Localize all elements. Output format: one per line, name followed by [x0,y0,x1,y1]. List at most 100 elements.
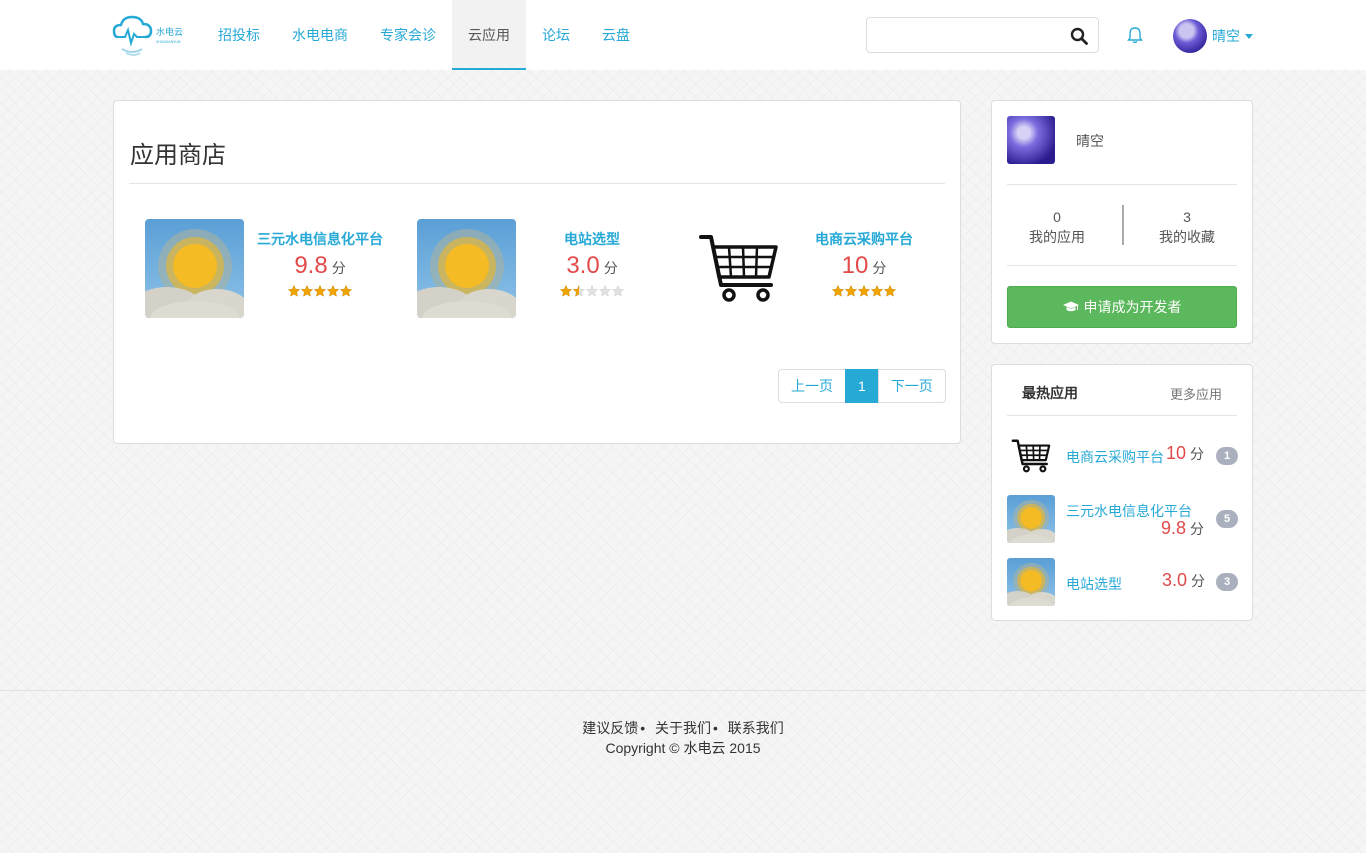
copyright: Copyright © 水电云 2015 [605,740,761,756]
graduation-cap-icon [1062,301,1079,312]
hot-app-name[interactable]: 电站选型 [1066,574,1122,594]
footer-links: 建议反馈 • 关于我们 • 联系我们 [0,718,1366,738]
app-score: 9.8 [294,252,328,279]
search-box [866,17,1099,53]
app-info: 电商云采购平台 10 分 [799,229,929,297]
divider [1007,265,1237,266]
app-score-unit: 分 [603,260,618,276]
app-score-unit: 分 [331,260,346,276]
nav-item-cloud-apps[interactable]: 云应用 [452,0,526,70]
profile-name: 晴空 [1076,133,1104,149]
star-full-icon [560,285,572,297]
app-score: 10 [841,252,869,279]
more-apps-link[interactable]: 更多应用 [1170,384,1222,403]
weather-sun-cloud-icon [417,219,516,318]
stat-my-apps[interactable]: 0 我的应用 [1007,207,1107,247]
app-icon-link[interactable] [145,219,244,318]
current-page-button[interactable]: 1 [845,369,879,403]
hot-app-score: 9.8 [1161,518,1187,538]
apply-developer-label: 申请成为开发者 [1083,299,1182,315]
divider [1122,205,1124,245]
bell-icon[interactable] [1127,26,1143,44]
caret-down-icon [1245,33,1253,39]
stat-value: 3 [1183,209,1191,225]
app-name-link[interactable]: 三元水电信息化平台 [255,229,385,249]
weather-sun-cloud-icon [1007,495,1055,543]
app-info: 三元水电信息化平台 9.8 分 [255,229,385,297]
user-menu[interactable]: 晴空 [1173,19,1253,53]
hot-app-score: 3.0 [1162,570,1188,590]
brand-name: 水电云 [156,26,183,38]
count-badge: 3 [1216,573,1238,591]
app-name-link[interactable]: 电商云采购平台 [799,229,929,249]
nav-item-bidding[interactable]: 招投标 [202,0,276,70]
app-icon-link[interactable] [689,219,788,318]
shopping-cart-icon [1007,432,1055,480]
top-navbar: 水电云 SHUIDIANYUN 招投标 水电电商 专家会诊 云应用 论坛 云盘 … [0,0,1366,70]
hot-apps-title: 最热应用 [1022,385,1078,401]
star-full-icon [845,285,857,297]
hot-app-name[interactable]: 电商云采购平台 [1066,447,1164,467]
nav-item-cloud-disk[interactable]: 云盘 [586,0,646,70]
hot-app-item[interactable]: 电商云采购平台 10 分 1 [1007,432,1239,480]
app-icon-link[interactable] [417,219,516,318]
star-full-icon [327,285,339,297]
stat-my-favorites[interactable]: 3 我的收藏 [1137,207,1237,247]
count-badge: 5 [1216,510,1238,528]
app-card: 电商云采购平台 10 分 [689,219,949,329]
search-input[interactable] [867,18,1057,52]
star-empty-icon [599,285,611,297]
nav-item-expert[interactable]: 专家会诊 [364,0,452,70]
star-full-icon [858,285,870,297]
star-full-icon [288,285,300,297]
prev-page-button[interactable]: 上一页 [778,369,846,403]
stat-label: 我的收藏 [1159,229,1215,245]
user-name: 晴空 [1212,28,1240,44]
shopping-cart-icon [689,219,788,318]
hot-app-score-unit: 分 [1190,446,1205,462]
divider [1007,184,1237,185]
nav-item-ecommerce[interactable]: 水电电商 [276,0,364,70]
hot-app-icon [1007,432,1055,480]
separator: • [640,720,646,736]
search-icon[interactable] [1070,27,1088,45]
app-card: 电站选型 3.0 分 [417,219,677,329]
app-card: 三元水电信息化平台 9.8 分 [145,219,405,329]
footer: 建议反馈 • 关于我们 • 联系我们 Copyright © 水电云 2015 [0,690,1366,853]
app-store-panel: 应用商店 三元水电信息化平台 9.8 分 电站选型 3.0 分 电商云采购平台 … [113,100,961,444]
hot-app-item[interactable]: 电站选型 3.0 分 3 [1007,558,1239,606]
brand-subtitle: SHUIDIANYUN [156,40,181,44]
nav-item-forum[interactable]: 论坛 [526,0,586,70]
star-empty-icon [612,285,624,297]
hot-app-item[interactable]: 三元水电信息化平台 9.8 分 5 [1007,495,1239,543]
divider [1007,415,1237,416]
star-rating [527,285,657,297]
app-name-link[interactable]: 电站选型 [527,229,657,249]
brand-logo[interactable]: 水电云 SHUIDIANYUN [112,13,190,59]
hot-app-score-unit: 分 [1190,521,1205,537]
profile-avatar[interactable] [1007,116,1055,164]
next-page-button[interactable]: 下一页 [877,369,946,403]
apply-developer-button[interactable]: 申请成为开发者 [1007,286,1237,328]
star-rating [255,285,385,297]
star-full-icon [340,285,352,297]
count-badge: 1 [1216,447,1238,465]
star-empty-icon [586,285,598,297]
star-rating [799,285,929,297]
divider [129,183,945,184]
page-title: 应用商店 [130,142,226,169]
app-info: 电站选型 3.0 分 [527,229,657,297]
stat-value: 0 [1053,209,1061,225]
weather-sun-cloud-icon [145,219,244,318]
main-nav: 招投标 水电电商 专家会诊 云应用 论坛 云盘 [202,0,646,70]
star-full-icon [301,285,313,297]
app-score-unit: 分 [872,260,887,276]
hot-app-icon [1007,558,1055,606]
footer-link-feedback[interactable]: 建议反馈 [582,720,638,736]
star-full-icon [314,285,326,297]
footer-link-about[interactable]: 关于我们 [655,720,711,736]
hot-apps-panel: 最热应用 更多应用 电商云采购平台 10 分 1 三元水电信息化平台 9.8 分… [991,364,1253,621]
hot-app-score: 10 [1166,443,1187,463]
footer-link-contact[interactable]: 联系我们 [728,720,784,736]
star-half-icon [573,285,585,297]
